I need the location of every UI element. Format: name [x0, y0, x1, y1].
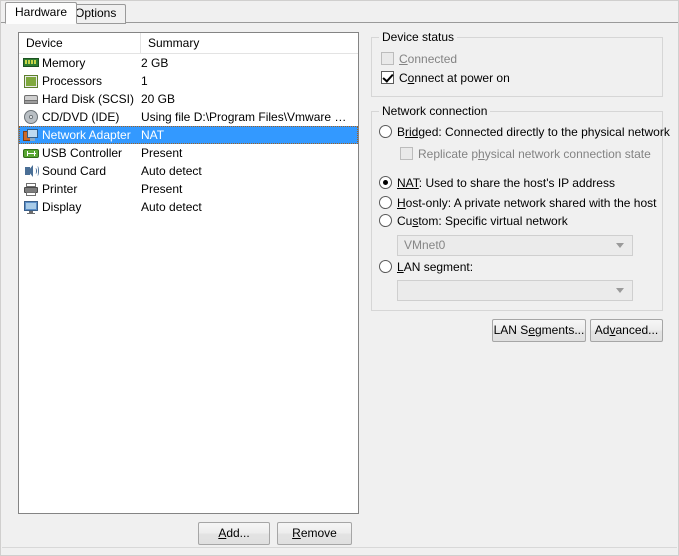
radio-host-only-label: Host-only: A private network shared with… — [397, 196, 656, 210]
memory-icon — [23, 55, 39, 71]
radio-host-only[interactable] — [379, 196, 392, 209]
display-icon — [23, 199, 39, 215]
remove-label-accel: R — [292, 526, 301, 540]
radio-bridged-label: Bridged: Connected directly to the physi… — [397, 125, 670, 139]
printer-icon — [23, 181, 39, 197]
device-row-processors[interactable]: Processors 1 — [19, 72, 358, 90]
lan-segment-combobox[interactable] — [397, 280, 633, 301]
device-name: Hard Disk (SCSI) — [42, 91, 141, 107]
lan-segments-label-post: gments... — [535, 323, 584, 337]
usb-controller-icon — [23, 145, 39, 161]
footer-separator — [2, 547, 677, 548]
device-row-printer[interactable]: Printer Present — [19, 180, 358, 198]
chevron-down-icon — [616, 243, 624, 248]
device-summary: Auto detect — [141, 199, 358, 215]
device-row-display[interactable]: Display Auto detect — [19, 198, 358, 216]
device-name: Sound Card — [42, 163, 141, 179]
device-summary: Present — [141, 145, 358, 161]
advanced-button[interactable]: Advanced... — [590, 319, 663, 342]
column-header-summary[interactable]: Summary — [141, 33, 358, 53]
radio-nat[interactable] — [379, 176, 392, 189]
radio-lan-segment-label: LAN segment: — [397, 260, 473, 274]
device-summary: Auto detect — [141, 163, 358, 179]
remove-button[interactable]: Remove — [277, 522, 352, 545]
radio-custom-label: Custom: Specific virtual network — [397, 214, 568, 228]
connected-checkbox-row: Connected — [381, 52, 457, 66]
radio-custom-row[interactable]: Custom: Specific virtual network — [379, 214, 568, 228]
device-name: USB Controller — [42, 145, 141, 161]
device-summary: Using file D:\Program Files\Vmware Wo… — [141, 109, 358, 125]
radio-lan-segment-row[interactable]: LAN segment: — [379, 260, 473, 274]
connect-at-power-on-checkbox[interactable] — [381, 71, 394, 84]
device-status-group: Device status — [371, 37, 663, 97]
radio-bridged-row[interactable]: Bridged: Connected directly to the physi… — [379, 125, 670, 139]
device-summary: NAT — [141, 127, 358, 143]
radio-bridged[interactable] — [379, 125, 392, 138]
custom-network-value: VMnet0 — [404, 238, 445, 252]
connected-label: Connected — [399, 52, 457, 66]
tab-hardware[interactable]: Hardware — [5, 2, 77, 24]
connected-checkbox — [381, 52, 394, 65]
replicate-state-label: Replicate physical network connection st… — [418, 147, 651, 161]
custom-network-combobox[interactable]: VMnet0 — [397, 235, 633, 256]
lan-segments-label-accel: e — [528, 323, 535, 337]
device-name: Memory — [42, 55, 141, 71]
device-list[interactable]: Device Summary Memory 2 GB Processors 1 … — [18, 32, 359, 514]
advanced-label-post: anced... — [615, 323, 658, 337]
radio-lan-segment[interactable] — [379, 260, 392, 273]
device-status-title: Device status — [379, 31, 457, 43]
radio-host-only-row[interactable]: Host-only: A private network shared with… — [379, 196, 656, 210]
connect-at-power-on-label: Connect at power on — [399, 71, 510, 85]
device-row-memory[interactable]: Memory 2 GB — [19, 54, 358, 72]
cd-dvd-icon — [23, 109, 39, 125]
tab-strip: Hardware Options — [1, 1, 678, 23]
sound-card-icon — [23, 163, 39, 179]
device-summary: 20 GB — [141, 91, 358, 107]
replicate-state-checkbox — [400, 147, 413, 160]
hard-disk-icon — [23, 91, 39, 107]
device-row-network-adapter[interactable]: Network Adapter NAT — [19, 126, 358, 144]
network-adapter-icon — [23, 127, 39, 143]
radio-nat-row[interactable]: NAT: Used to share the host's IP address — [379, 176, 615, 190]
remove-label-post: emove — [301, 526, 337, 540]
device-row-usb-controller[interactable]: USB Controller Present — [19, 144, 358, 162]
add-label-post: dd... — [226, 526, 249, 540]
replicate-state-checkbox-row: Replicate physical network connection st… — [400, 147, 651, 161]
device-summary: Present — [141, 181, 358, 197]
device-row-cd-dvd[interactable]: CD/DVD (IDE) Using file D:\Program Files… — [19, 108, 358, 126]
device-list-header: Device Summary — [19, 33, 358, 54]
chevron-down-icon — [616, 288, 624, 293]
device-row-sound-card[interactable]: Sound Card Auto detect — [19, 162, 358, 180]
device-name: Printer — [42, 181, 141, 197]
device-name: Network Adapter — [42, 127, 141, 143]
vm-settings-dialog: Hardware Options Device Summary Memory 2… — [0, 0, 679, 556]
device-summary: 2 GB — [141, 55, 358, 71]
add-button[interactable]: Add... — [198, 522, 270, 545]
device-name: Processors — [42, 73, 141, 89]
connect-at-power-on-checkbox-row[interactable]: Connect at power on — [381, 71, 510, 85]
processor-icon — [23, 73, 39, 89]
device-summary: 1 — [141, 73, 358, 89]
device-name: Display — [42, 199, 141, 215]
device-row-hard-disk[interactable]: Hard Disk (SCSI) 20 GB — [19, 90, 358, 108]
radio-nat-label: NAT: Used to share the host's IP address — [397, 176, 615, 190]
lan-segments-label-pre: LAN S — [494, 323, 529, 337]
radio-custom[interactable] — [379, 214, 392, 227]
advanced-label-pre: Ad — [595, 323, 610, 337]
device-name: CD/DVD (IDE) — [42, 109, 141, 125]
lan-segments-button[interactable]: LAN Segments... — [492, 319, 586, 342]
column-header-device[interactable]: Device — [19, 33, 141, 53]
network-connection-title: Network connection — [379, 105, 490, 117]
